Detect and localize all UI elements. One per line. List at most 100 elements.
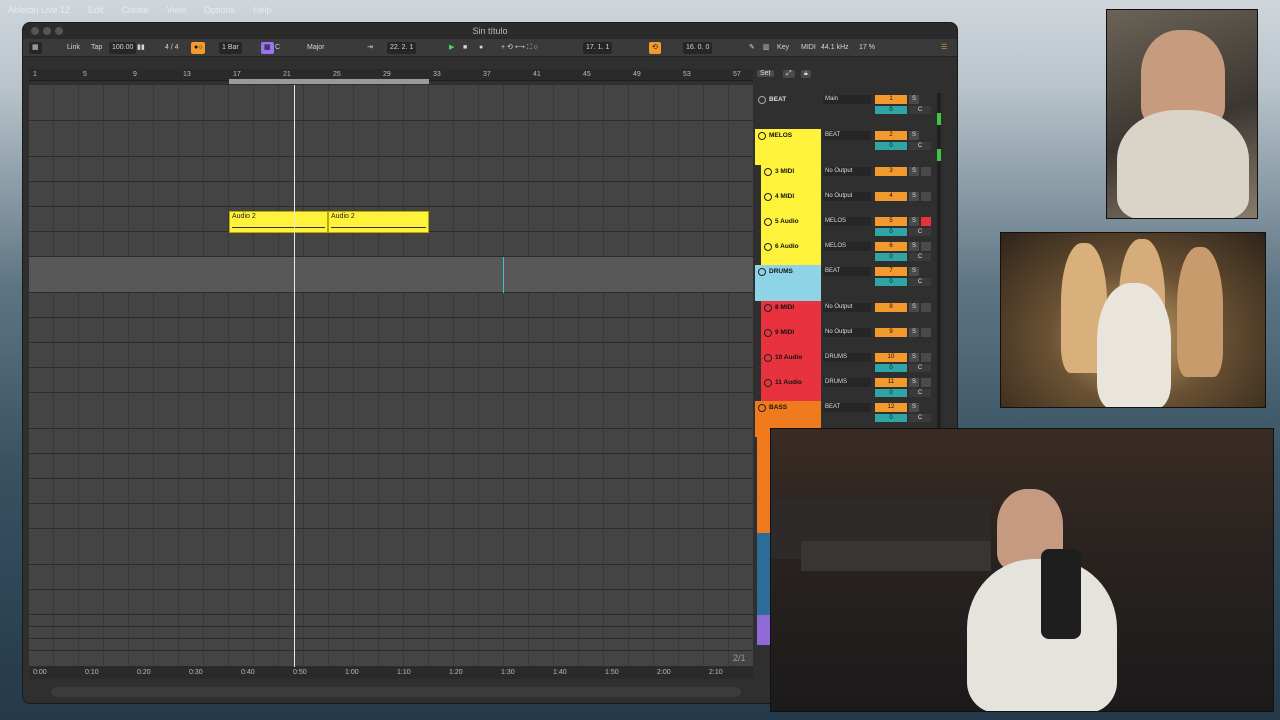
lane-return[interactable] xyxy=(29,639,753,651)
output-routing-select[interactable]: No Output xyxy=(823,303,871,312)
fold-icon[interactable] xyxy=(764,379,772,387)
track-activator[interactable]: 9 xyxy=(875,328,907,337)
lane-extra[interactable] xyxy=(29,590,753,615)
volume-field[interactable]: 0 xyxy=(875,106,907,114)
arm-button[interactable] xyxy=(921,378,931,387)
output-routing-select[interactable]: BEAT xyxy=(823,267,871,276)
fold-icon[interactable] xyxy=(758,404,766,412)
menu-app[interactable]: Ableton Live 12 xyxy=(8,5,70,15)
tap-button[interactable]: Tap xyxy=(91,42,102,54)
solo-button[interactable]: S xyxy=(909,95,919,104)
loop-brace[interactable] xyxy=(229,79,429,84)
track-9-midi[interactable]: 9 MIDI No Output 9 S xyxy=(755,326,953,351)
volume-field[interactable]: 0 xyxy=(875,389,907,397)
track-activator[interactable]: 7 xyxy=(875,267,907,276)
lane-11-audio[interactable] xyxy=(29,368,753,393)
solo-button[interactable]: S xyxy=(909,167,919,176)
lane-9-midi[interactable] xyxy=(29,318,753,343)
lane-beat[interactable] xyxy=(29,85,753,121)
track-activator[interactable]: 5 xyxy=(875,217,907,226)
solo-button[interactable]: S xyxy=(909,192,919,201)
key-select[interactable]: C xyxy=(275,42,280,54)
arm-button[interactable] xyxy=(921,303,931,312)
volume-field[interactable]: 0 xyxy=(875,253,907,261)
track-activator[interactable]: 12 xyxy=(875,403,907,412)
lane-extra[interactable] xyxy=(29,504,753,529)
volume-field[interactable]: 0 xyxy=(875,228,907,236)
lane-4-midi[interactable] xyxy=(29,182,753,207)
audio-clip[interactable]: Audio 2 xyxy=(229,211,328,233)
arm-button[interactable] xyxy=(921,167,931,176)
menu-view[interactable]: View xyxy=(167,5,186,15)
minimize-window-icon[interactable] xyxy=(43,27,51,35)
loop-start-field[interactable]: 17. 1. 1 xyxy=(583,42,613,54)
lane-main[interactable] xyxy=(29,651,753,667)
record-icon[interactable]: ● xyxy=(479,42,483,54)
loop-toggle[interactable]: ⟲ xyxy=(649,42,661,54)
fold-icon[interactable] xyxy=(758,96,766,104)
lock-icon[interactable]: 🔒︎ xyxy=(801,70,811,78)
output-routing-select[interactable]: Main xyxy=(823,95,871,104)
track-activator[interactable]: 1 xyxy=(875,95,907,104)
output-routing-select[interactable]: MELOS xyxy=(823,217,871,226)
link-button[interactable]: Link xyxy=(67,42,80,54)
nudge-icon[interactable]: ▮▮ xyxy=(137,42,145,54)
track-activator[interactable]: 11 xyxy=(875,378,907,387)
solo-button[interactable]: S xyxy=(909,303,919,312)
fold-icon[interactable] xyxy=(764,168,772,176)
tempo-field[interactable]: 100.00 xyxy=(109,42,137,54)
fold-icon[interactable] xyxy=(764,243,772,251)
overdub-icon[interactable]: + ⟲ ⟷ ⛶ ○ xyxy=(501,42,538,54)
arm-button[interactable] xyxy=(921,328,931,337)
track-4-midi[interactable]: 4 MIDI No Output 4 S xyxy=(755,190,953,215)
pan-field[interactable]: C xyxy=(909,414,931,422)
track-activator[interactable]: 4 xyxy=(875,192,907,201)
menu-edit[interactable]: Edit xyxy=(88,5,104,15)
track-8-midi[interactable]: 8 MIDI No Output 8 S xyxy=(755,301,953,326)
solo-button[interactable]: S xyxy=(909,217,919,226)
track-name[interactable]: 8 MIDI xyxy=(761,301,821,326)
solo-button[interactable]: S xyxy=(909,353,919,362)
lane-extra[interactable] xyxy=(29,529,753,565)
metronome-toggle[interactable]: ●○ xyxy=(191,42,206,54)
scale-mode-icon[interactable]: ▦ xyxy=(261,42,274,54)
time-ruler[interactable]: 0:00 0:10 0:20 0:30 0:40 0:50 1:00 1:10 … xyxy=(29,667,753,679)
pan-field[interactable]: C xyxy=(909,389,931,397)
output-routing-select[interactable]: No Output xyxy=(823,328,871,337)
pan-field[interactable]: C xyxy=(909,364,931,372)
arm-button[interactable] xyxy=(921,353,931,362)
track-melos[interactable]: MELOS BEAT 2 S 0 C xyxy=(755,129,953,165)
pan-field[interactable]: C xyxy=(909,106,931,114)
lane-drums[interactable] xyxy=(29,257,753,293)
fold-icon[interactable] xyxy=(764,304,772,312)
midi-map-button[interactable]: MIDI xyxy=(801,42,816,54)
horizontal-scrollbar[interactable] xyxy=(51,687,741,697)
loop-length-field[interactable]: 16. 0. 0 xyxy=(683,42,713,54)
fold-icon[interactable] xyxy=(764,354,772,362)
key-map-button[interactable]: Key xyxy=(777,42,789,54)
track-10-audio[interactable]: 10 Audio DRUMS 10 S 0 C xyxy=(755,351,953,376)
keyboard-icon[interactable]: ▥ xyxy=(763,42,770,54)
pan-field[interactable]: C xyxy=(909,142,931,150)
draw-mode-icon[interactable]: ✎ xyxy=(749,42,755,54)
solo-button[interactable]: S xyxy=(909,328,919,337)
volume-field[interactable]: 0 xyxy=(875,364,907,372)
menu-help[interactable]: Help xyxy=(253,5,272,15)
lane-extra[interactable] xyxy=(29,454,753,479)
output-routing-select[interactable]: MELOS xyxy=(823,242,871,251)
track-activator[interactable]: 6 xyxy=(875,242,907,251)
track-11-audio[interactable]: 11 Audio DRUMS 11 S 0 C xyxy=(755,376,953,401)
lane-extra[interactable] xyxy=(29,429,753,454)
lane-melos[interactable] xyxy=(29,121,753,157)
fold-icon[interactable] xyxy=(764,218,772,226)
track-name[interactable]: MELOS xyxy=(755,129,821,165)
solo-button[interactable]: S xyxy=(909,131,919,140)
output-routing-select[interactable]: BEAT xyxy=(823,403,871,412)
grid-icon[interactable]: ▦ xyxy=(29,42,42,54)
track-activator[interactable]: 2 xyxy=(875,131,907,140)
pan-field[interactable]: C xyxy=(909,228,931,236)
track-name[interactable]: 3 MIDI xyxy=(761,165,821,190)
track-name[interactable]: 9 MIDI xyxy=(761,326,821,351)
track-name[interactable]: 10 Audio xyxy=(761,351,821,376)
lane-extra[interactable] xyxy=(29,479,753,504)
